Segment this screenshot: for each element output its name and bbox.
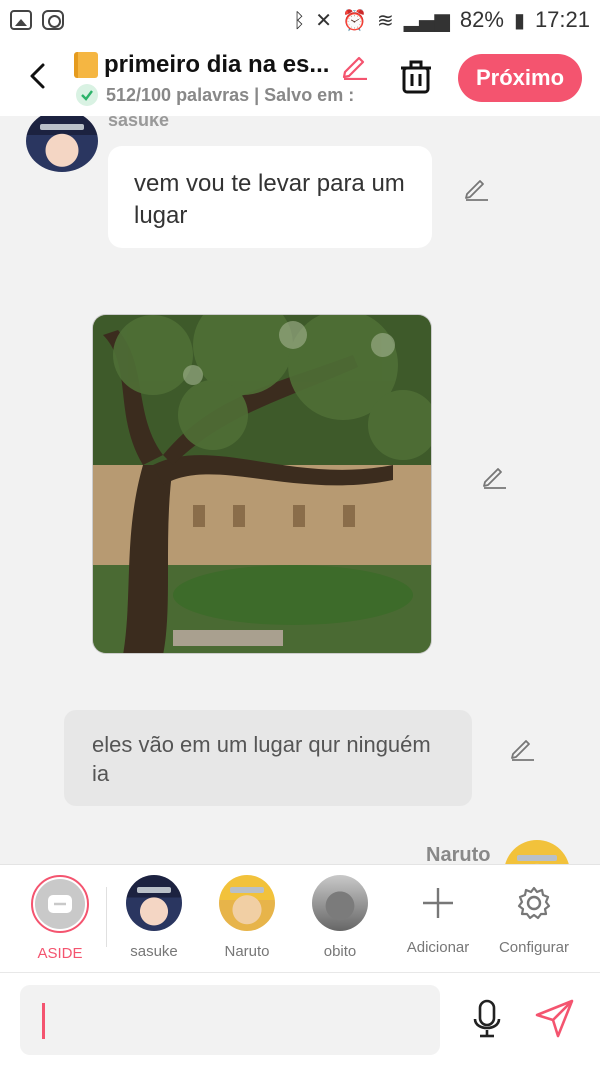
title-row: primeiro dia na es... (74, 50, 369, 80)
character-label: ASIDE (37, 945, 83, 962)
save-status: 512/100 palavras | Salvo em : (76, 84, 376, 106)
add-label: Adicionar (406, 939, 470, 956)
status-bar: ᛒ ✕ ⏰ ≋ ▂▄▆ 82% ▮ 17:21 (0, 0, 600, 40)
notebook-icon (74, 52, 98, 78)
gallery-notification-icon (10, 10, 32, 30)
bluetooth-icon: ᛒ (293, 8, 306, 32)
aside-avatar (31, 875, 89, 933)
word-count-status: 512/100 palavras | Salvo em : (106, 84, 355, 105)
obito-avatar (312, 875, 368, 931)
pencil-icon[interactable] (462, 174, 490, 202)
settings-button[interactable]: Configurar (494, 875, 574, 956)
character-obito[interactable]: obito (300, 875, 380, 960)
message-input[interactable] (20, 985, 440, 1055)
character-sasuke[interactable]: sasuke (114, 875, 194, 960)
character-selector: ASIDE sasuke Naruto obito Adicionar Conf… (0, 864, 600, 972)
character-label: obito (323, 943, 357, 960)
speaker-name: sasuke (108, 116, 170, 130)
chat-area[interactable]: sasuke vem vou te levar para um lugar el… (0, 116, 600, 864)
instagram-notification-icon (42, 10, 64, 30)
aside-narration-bubble[interactable]: eles vão em um lugar qur ninguém ia (64, 710, 472, 806)
trash-icon (401, 60, 431, 94)
battery-percent: 82% (459, 7, 504, 32)
check-icon (76, 84, 98, 106)
back-icon (30, 63, 45, 89)
alarm-icon: ⏰ (342, 8, 367, 32)
mute-icon: ✕ (315, 8, 333, 32)
pencil-icon[interactable] (339, 50, 369, 80)
pencil-icon[interactable] (508, 734, 536, 762)
settings-label: Configurar (498, 939, 570, 956)
next-button[interactable]: Próximo (458, 54, 582, 102)
message-input-bar (0, 972, 600, 1067)
back-button[interactable] (20, 56, 56, 96)
divider (106, 887, 107, 947)
pencil-icon[interactable] (480, 462, 508, 490)
naruto-avatar (219, 875, 275, 931)
character-aside[interactable]: ASIDE (20, 875, 100, 962)
plus-icon (423, 888, 453, 918)
speaker-name: Naruto (426, 844, 491, 864)
add-character-button[interactable]: Adicionar (398, 875, 478, 956)
sasuke-avatar (126, 875, 182, 931)
tree-courtyard-photo[interactable] (92, 314, 432, 654)
character-label: sasuke (130, 943, 178, 960)
editor-header: primeiro dia na es... 512/100 palavras |… (0, 40, 600, 116)
battery-icon: ▮ (513, 8, 525, 32)
naruto-avatar[interactable] (504, 840, 570, 864)
delete-button[interactable] (398, 58, 434, 96)
character-naruto[interactable]: Naruto (207, 875, 287, 960)
clock: 17:21 (534, 7, 590, 32)
wifi-icon: ≋ (376, 8, 394, 32)
gear-icon (517, 886, 551, 920)
story-title[interactable]: primeiro dia na es... (104, 51, 329, 79)
sasuke-avatar[interactable] (26, 116, 98, 172)
character-label: Naruto (224, 943, 270, 960)
text-cursor (42, 1003, 45, 1039)
narration-icon (48, 895, 72, 913)
signal-icon: ▂▄▆ (403, 8, 450, 32)
microphone-icon[interactable] (470, 999, 504, 1039)
message-bubble[interactable]: vem vou te levar para um lugar (108, 146, 432, 248)
send-icon[interactable] (534, 997, 576, 1039)
